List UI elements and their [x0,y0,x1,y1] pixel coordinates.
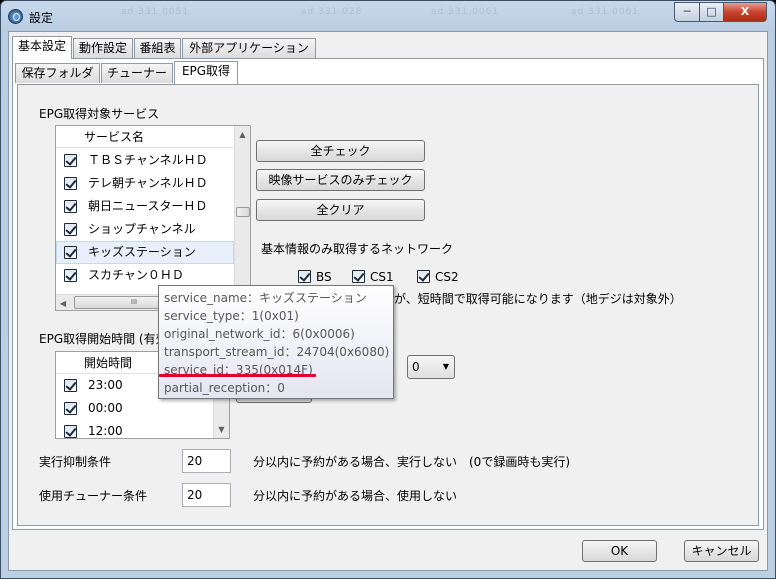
close-button[interactable]: X [723,2,767,22]
time-checkbox[interactable] [64,425,77,438]
basic-info-network-label: 基本情報のみ取得するネットワーク [261,242,454,256]
tab-tuner[interactable]: チューナー [101,63,173,83]
tooltip-transport-stream-id: transport_stream_id：24704(0x6080) [164,345,390,359]
service-checkbox[interactable] [64,269,77,282]
background-window-text: ad 331 0061 [571,7,640,17]
start-time-column-header: 開始時間 [84,356,133,370]
service-list-vscrollbar[interactable]: ▲ [234,126,250,294]
epg-services-label: EPG取得対象サービス [39,107,160,121]
start-time-value: 23:00 [88,378,123,392]
minute-select[interactable]: 0 ▼ [407,355,455,379]
tab-save-folder[interactable]: 保存フォルダ [15,63,100,83]
service-name: ショップチャンネル [88,222,196,236]
tooltip-service-name: service_name：キッズステーション [164,291,367,305]
network-bs-checkbox[interactable]: BS [298,269,338,285]
service-checkbox[interactable] [64,154,77,167]
service-info-tooltip: service_name：キッズステーション service_type：1(0x… [158,285,394,399]
minimize-button[interactable]: ─ [674,2,700,22]
checkbox-icon[interactable] [417,270,430,283]
service-list[interactable]: サービス名 ＴＢＳチャンネルＨＤ テレ朝チャンネルＨＤ 朝日ニュースターＨＤ シ… [55,125,251,311]
service-checkbox[interactable] [64,200,77,213]
minute-select-value: 0 [412,360,420,374]
clear-all-button[interactable]: 全クリア [256,199,425,221]
tab-operation-settings[interactable]: 動作設定 [73,38,133,58]
service-name: スカチャン０ＨＤ [88,268,184,282]
list-item-selected[interactable]: キッズステーション [56,241,234,264]
network-note: が、短時間で取得可能になります（地デジは対象外） [394,292,682,306]
tooltip-original-network-id: original_network_id：6(0x0006) [164,327,355,341]
list-item[interactable]: 00:00 [56,397,213,420]
top-tab-row: 基本設定 動作設定 番組表 外部アプリケーション [12,36,412,59]
app-icon [8,9,23,24]
time-checkbox[interactable] [64,402,77,415]
scroll-thumb[interactable] [236,207,250,217]
list-item[interactable]: スカチャン０ＨＤ [56,264,234,287]
service-name: テレ朝チャンネルＨＤ [88,176,208,190]
settings-window: 設定 ad 331 0051 ad 331 028 ad 331 0061 ad… [0,0,776,579]
scroll-up-icon[interactable]: ▲ [235,126,250,143]
scroll-down-icon[interactable]: ▼ [214,421,229,438]
tooltip-partial-reception: partial_reception：0 [164,381,285,395]
title-bar[interactable]: 設定 ad 331 0051 ad 331 028 ad 331 0061 ad… [1,1,775,31]
tab-basic-settings[interactable]: 基本設定 [12,36,72,59]
check-all-button[interactable]: 全チェック [256,140,425,162]
service-checkbox[interactable] [64,246,77,259]
checkbox-icon[interactable] [352,270,365,283]
service-name-column-header: サービス名 [84,130,145,144]
list-item[interactable]: 12:00 [56,420,213,438]
network-cs2-checkbox[interactable]: CS2 [417,269,467,285]
service-checkbox[interactable] [64,177,77,190]
exec-suppress-description: 分以内に予約がある場合、実行しない (0で録画時も実行) [253,455,571,469]
cancel-button[interactable]: キャンセル [684,540,759,562]
tuner-use-label: 使用チューナー条件 [39,489,148,503]
check-video-only-button[interactable]: 映像サービスのみチェック [256,169,425,191]
background-window-text: ad 331 0061 [431,7,500,17]
network-bs-label: BS [316,270,332,284]
start-time-value: 12:00 [88,424,123,438]
scroll-left-icon[interactable]: ◀ [56,295,70,310]
ok-button[interactable]: OK [582,540,657,562]
exec-suppress-minutes-input[interactable]: 20 [182,449,231,473]
network-cs1-checkbox[interactable]: CS1 [352,269,402,285]
background-window-text: ad 331 0051 [121,7,190,17]
maximize-button[interactable]: □ [699,2,724,22]
time-checkbox[interactable] [64,379,77,392]
list-item[interactable]: テレ朝チャンネルＨＤ [56,172,234,195]
service-name: 朝日ニュースターＨＤ [88,199,208,213]
chevron-down-icon: ▼ [442,362,449,371]
tuner-use-description: 分以内に予約がある場合、使用しない [253,489,458,503]
list-item[interactable]: ショップチャンネル [56,218,234,241]
tab-epg[interactable]: EPG取得 [174,61,238,84]
tab-external-apps[interactable]: 外部アプリケーション [182,38,316,58]
service-name: ＴＢＳチャンネルＨＤ [88,153,208,167]
background-window-text: ad 331 028 [301,7,363,17]
service-list-header[interactable]: サービス名 [56,126,234,148]
epg-start-time-label: EPG取得開始時間 (有効 [39,332,168,346]
service-name: キッズステーション [88,245,196,259]
list-item[interactable]: 朝日ニュースターＨＤ [56,195,234,218]
list-item[interactable]: ＴＢＳチャンネルＨＤ [56,149,234,172]
exec-suppress-label: 実行抑制条件 [39,455,112,469]
service-checkbox[interactable] [64,223,77,236]
sub-tab-row: 保存フォルダ チューナー EPG取得 [15,61,315,84]
tooltip-service-type: service_type：1(0x01) [164,309,299,323]
window-title: 設定 [29,11,54,25]
tab-program-guide[interactable]: 番組表 [134,38,181,58]
tuner-use-minutes-input[interactable]: 20 [182,483,231,507]
checkbox-icon[interactable] [298,270,311,283]
service-id-highlight-underline [159,374,316,377]
start-time-value: 00:00 [88,401,123,415]
network-cs2-label: CS2 [435,270,459,284]
network-cs1-label: CS1 [370,270,394,284]
